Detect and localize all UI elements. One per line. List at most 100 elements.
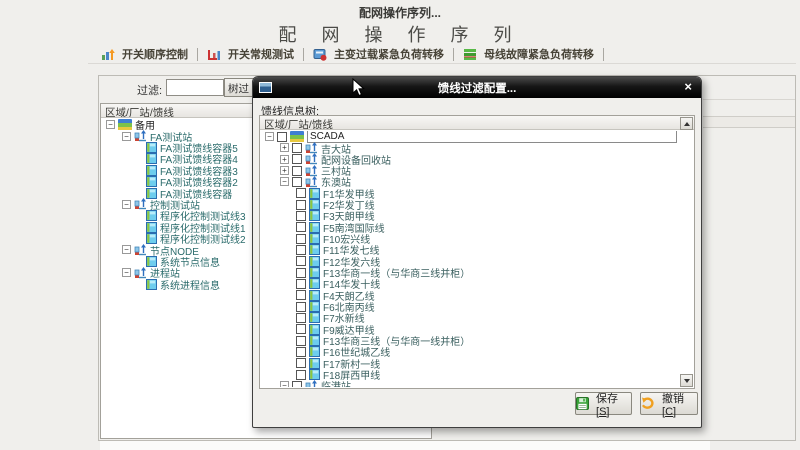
feeder-icon xyxy=(309,369,320,380)
feeder-icon xyxy=(146,142,157,153)
row-checkbox[interactable] xyxy=(296,290,306,300)
collapse-icon[interactable]: − xyxy=(122,200,131,209)
dialog-window-icon xyxy=(259,82,272,93)
switch-test-icon xyxy=(207,48,221,61)
row-checkbox[interactable] xyxy=(296,211,306,221)
row-checkbox[interactable] xyxy=(296,200,306,210)
undo-button[interactable]: 撤销[C] xyxy=(640,392,698,415)
collapse-icon[interactable]: − xyxy=(122,245,131,254)
row-checkbox[interactable] xyxy=(296,188,306,198)
expand-icon[interactable]: + xyxy=(280,143,289,152)
feeder-icon xyxy=(309,324,320,335)
tab-3[interactable]: 主变过载紧急负荷转移 xyxy=(304,46,453,62)
collapse-icon[interactable]: − xyxy=(106,120,115,129)
row-checkbox[interactable] xyxy=(296,245,306,255)
row-checkbox[interactable] xyxy=(296,222,306,232)
tab-4[interactable]: 母线故障紧急负荷转移 xyxy=(454,46,603,62)
feeder-icon xyxy=(146,210,157,221)
switch-sequence-icon xyxy=(101,48,115,61)
undo-button-label: 撤销[C] xyxy=(662,390,697,418)
row-checkbox[interactable] xyxy=(296,358,306,368)
row-checkbox[interactable] xyxy=(296,234,306,244)
feeder-icon xyxy=(309,256,320,267)
row-checkbox[interactable] xyxy=(296,324,306,334)
feeder-icon xyxy=(146,222,157,233)
tab-label: 开关顺序控制 xyxy=(122,46,188,62)
page-title: 配 网 操 作 序 列 xyxy=(0,21,800,47)
window-bottom-strip xyxy=(100,441,710,450)
station-icon xyxy=(134,267,147,279)
feeder-icon xyxy=(146,165,157,176)
app-window: 配网操作序列... 配 网 操 作 序 列 开关顺序控制 开关常规测试 主变过载紧急… xyxy=(0,0,800,450)
station-icon xyxy=(305,380,318,387)
feeder-filter-dialog: 馈线过滤配置... × 馈线信息树: 区域/厂站/馈线 −SCADA+吉大站+配… xyxy=(252,76,702,428)
row-checkbox[interactable] xyxy=(292,166,302,176)
window-title: 配网操作序列... xyxy=(0,4,800,21)
row-checkbox[interactable] xyxy=(292,143,302,153)
tab-separator xyxy=(603,48,604,61)
right-panel-header-fragment xyxy=(703,116,795,128)
station-icon xyxy=(134,244,147,256)
row-checkbox[interactable] xyxy=(296,268,306,278)
filter-label: 过滤: xyxy=(137,82,162,98)
row-checkbox[interactable] xyxy=(277,132,287,142)
undo-icon xyxy=(641,397,655,410)
expand-icon[interactable]: + xyxy=(280,166,289,175)
feeder-icon xyxy=(309,210,320,221)
row-checkbox[interactable] xyxy=(296,313,306,323)
overload-transfer-icon xyxy=(313,48,327,61)
row-label: SCADA xyxy=(307,131,677,143)
feeder-icon xyxy=(309,244,320,255)
feeder-tree-row[interactable]: − 临港站 xyxy=(261,380,679,387)
feeder-icon xyxy=(309,358,320,369)
tab-2[interactable]: 开关常规测试 xyxy=(198,46,303,62)
collapse-icon[interactable]: − xyxy=(122,132,131,141)
feeder-icon xyxy=(309,233,320,244)
feeder-icon xyxy=(146,176,157,187)
station-icon xyxy=(305,153,318,165)
feeder-icon xyxy=(309,222,320,233)
scroll-down-button[interactable] xyxy=(680,374,693,387)
row-label: 临港站 xyxy=(321,378,351,387)
row-checkbox[interactable] xyxy=(292,154,302,164)
feeder-icon xyxy=(146,153,157,164)
collapse-icon[interactable]: − xyxy=(265,132,274,141)
collapse-icon[interactable]: − xyxy=(280,177,289,186)
feeder-icon xyxy=(309,335,320,346)
row-checkbox[interactable] xyxy=(296,347,306,357)
bus-fault-transfer-icon xyxy=(463,48,477,61)
close-icon[interactable]: × xyxy=(684,79,692,94)
row-checkbox[interactable] xyxy=(296,336,306,346)
scroll-up-button[interactable] xyxy=(680,117,693,130)
row-checkbox[interactable] xyxy=(296,256,306,266)
row-checkbox[interactable] xyxy=(292,381,302,387)
station-icon xyxy=(305,142,318,154)
right-panel-edge xyxy=(703,99,795,100)
save-button[interactable]: 保存[S] xyxy=(575,392,632,415)
row-checkbox[interactable] xyxy=(292,177,302,187)
scroll-down-icon xyxy=(684,379,690,383)
expand-icon[interactable]: + xyxy=(280,155,289,164)
station-icon xyxy=(134,130,147,142)
station-icon xyxy=(134,198,147,210)
collapse-icon[interactable]: − xyxy=(122,268,131,277)
filter-input[interactable] xyxy=(166,79,224,96)
feeder-icon xyxy=(309,278,320,289)
scroll-up-icon xyxy=(684,122,690,126)
save-icon xyxy=(576,397,589,410)
tab-label: 主变过载紧急负荷转移 xyxy=(334,46,444,62)
tab-1[interactable]: 开关顺序控制 xyxy=(92,46,197,62)
collapse-icon[interactable]: − xyxy=(280,381,289,387)
tab-label: 开关常规测试 xyxy=(228,46,294,62)
group-folder-icon xyxy=(118,119,132,130)
row-checkbox[interactable] xyxy=(296,302,306,312)
feeder-icon xyxy=(309,301,320,312)
feeder-icon xyxy=(309,188,320,199)
dialog-titlebar[interactable]: 馈线过滤配置... × xyxy=(253,77,701,98)
mouse-cursor xyxy=(352,78,365,102)
row-checkbox[interactable] xyxy=(296,279,306,289)
row-checkbox[interactable] xyxy=(296,370,306,380)
tab-bar: 开关顺序控制 开关常规测试 主变过载紧急负荷转移母线故障紧急负荷转移 xyxy=(92,45,604,63)
station-icon xyxy=(305,165,318,177)
row-label: 系统进程信息 xyxy=(160,277,220,292)
